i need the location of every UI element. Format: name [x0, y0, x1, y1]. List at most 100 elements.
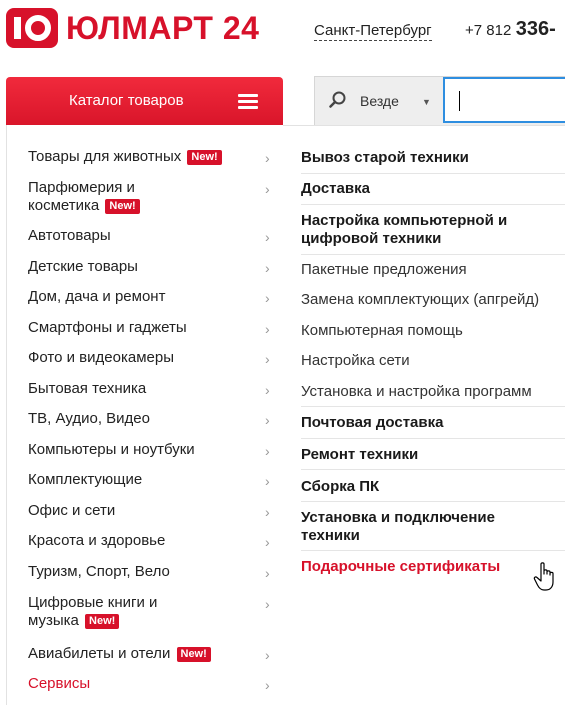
service-label-line2: техники	[301, 527, 360, 544]
service-label: Замена комплектующих (апгрейд)	[301, 291, 540, 308]
service-item[interactable]: Установка и подключение техники	[301, 509, 563, 545]
category-label: Бытовая техника	[28, 380, 147, 397]
category-label: ТВ, Аудио, Видео	[28, 410, 150, 427]
category-item[interactable]: Комплектующие	[28, 471, 268, 489]
chevron-right-icon: ›	[265, 321, 270, 337]
category-item[interactable]: Компьютеры и ноутбуки	[28, 441, 268, 459]
menu-icon	[238, 94, 258, 109]
new-badge: New!	[105, 199, 140, 214]
header: ЮЛМАРТ 24 Санкт-Петербург +7 812 336-	[0, 0, 565, 60]
city-selector[interactable]: Санкт-Петербург	[314, 22, 432, 41]
category-item[interactable]: ТВ, Аудио, Видео	[28, 410, 268, 428]
category-label: Парфюмерия и	[28, 179, 135, 196]
catalog-button-label: Каталог товаров	[69, 92, 184, 109]
category-label: Смартфоны и гаджеты	[28, 319, 187, 336]
service-item[interactable]: Настройка компьютерной и цифровой техники	[301, 212, 563, 248]
service-item[interactable]: Вывоз старой техники	[301, 149, 563, 167]
text-caret	[459, 91, 460, 111]
service-item[interactable]: Доставка	[301, 180, 563, 198]
new-badge: New!	[187, 150, 222, 165]
category-label: Компьютеры и ноутбуки	[28, 441, 195, 458]
search-input[interactable]	[443, 77, 565, 123]
category-item[interactable]: Цифровые книги и музыка New!	[28, 594, 268, 630]
search-bar: Везде ▼	[314, 76, 565, 126]
catalog-button[interactable]: Каталог товаров	[6, 77, 283, 125]
service-item[interactable]: Пакетные предложения	[301, 261, 563, 279]
service-label: Доставка	[301, 180, 370, 197]
service-label: Пакетные предложения	[301, 261, 467, 278]
chevron-right-icon: ›	[265, 473, 270, 489]
category-label: Детские товары	[28, 258, 138, 275]
hand-cursor-icon	[533, 562, 554, 591]
chevron-right-icon: ›	[265, 382, 270, 398]
category-item[interactable]: Автотовары	[28, 227, 268, 245]
search-scope-label: Везде	[360, 93, 399, 109]
service-item[interactable]: Компьютерная помощь	[301, 322, 563, 340]
chevron-right-icon: ›	[265, 534, 270, 550]
service-item[interactable]: Подарочные сертификаты	[301, 558, 563, 576]
category-item[interactable]: Товары для животных New!	[28, 148, 268, 166]
logo-mark-icon	[6, 8, 58, 48]
chevron-right-icon: ›	[265, 412, 270, 428]
divider	[301, 550, 565, 551]
service-label-line2: цифровой техники	[301, 230, 442, 247]
category-label: Туризм, Спорт, Вело	[28, 563, 170, 580]
divider	[301, 173, 565, 174]
service-label: Установка и настройка программ	[301, 383, 532, 400]
category-item[interactable]: Красота и здоровье	[28, 532, 268, 550]
category-item[interactable]: Фото и видеокамеры	[28, 349, 268, 367]
chevron-right-icon: ›	[265, 351, 270, 367]
search-scope-dropdown[interactable]: Везде ▼	[315, 77, 441, 125]
category-item[interactable]: Сервисы	[28, 675, 268, 693]
service-label: Установка и подключение	[301, 509, 495, 526]
chevron-right-icon: ›	[265, 260, 270, 276]
divider	[301, 254, 565, 255]
category-item[interactable]: Авиабилеты и отели New!	[28, 645, 268, 663]
category-item[interactable]: Офис и сети	[28, 502, 268, 520]
service-item[interactable]: Сборка ПК	[301, 478, 563, 496]
category-item[interactable]: Смартфоны и гаджеты	[28, 319, 268, 337]
category-menu: Товары для животных New! › Парфюмерия и кос…	[6, 125, 285, 705]
chevron-right-icon: ›	[265, 647, 270, 663]
service-label: Подарочные сертификаты	[301, 558, 501, 575]
service-item[interactable]: Почтовая доставка	[301, 414, 563, 432]
divider	[301, 406, 565, 407]
phone-number: +7 812 336-	[465, 18, 556, 41]
service-item[interactable]: Ремонт техники	[301, 446, 563, 464]
category-item[interactable]: Туризм, Спорт, Вело	[28, 563, 268, 581]
phone-code: +7 812	[465, 22, 512, 39]
category-label-line2: косметика	[28, 197, 100, 214]
divider	[301, 438, 565, 439]
chevron-right-icon: ›	[265, 504, 270, 520]
category-label: Автотовары	[28, 227, 111, 244]
category-label: Товары для животных	[28, 148, 182, 165]
divider	[301, 501, 565, 502]
new-badge: New!	[176, 647, 211, 662]
new-badge: New!	[85, 614, 120, 629]
chevron-right-icon: ›	[265, 596, 270, 612]
category-label: Сервисы	[28, 675, 91, 692]
chevron-right-icon: ›	[265, 150, 270, 166]
category-label: Красота и здоровье	[28, 532, 166, 549]
category-label: Офис и сети	[28, 502, 116, 519]
service-label: Компьютерная помощь	[301, 322, 463, 339]
service-label: Сборка ПК	[301, 478, 380, 495]
divider	[301, 204, 565, 205]
category-label: Комплектующие	[28, 471, 143, 488]
chevron-right-icon: ›	[265, 677, 270, 693]
category-item[interactable]: Бытовая техника	[28, 380, 268, 398]
category-item[interactable]: Парфюмерия и косметика New!	[28, 179, 268, 215]
logo[interactable]: ЮЛМАРТ 24	[6, 8, 259, 48]
service-item[interactable]: Установка и настройка программ	[301, 383, 563, 401]
chevron-right-icon: ›	[265, 443, 270, 459]
chevron-right-icon: ›	[265, 565, 270, 581]
service-label: Ремонт техники	[301, 446, 419, 463]
service-item[interactable]: Замена комплектующих (апгрейд)	[301, 291, 563, 309]
search-icon	[329, 91, 346, 108]
category-label: Фото и видеокамеры	[28, 349, 174, 366]
service-item[interactable]: Настройка сети	[301, 352, 563, 370]
category-item[interactable]: Дом, дача и ремонт	[28, 288, 268, 306]
category-item[interactable]: Детские товары	[28, 258, 268, 276]
chevron-right-icon: ›	[265, 181, 270, 197]
phone-main: 336-	[515, 18, 556, 40]
